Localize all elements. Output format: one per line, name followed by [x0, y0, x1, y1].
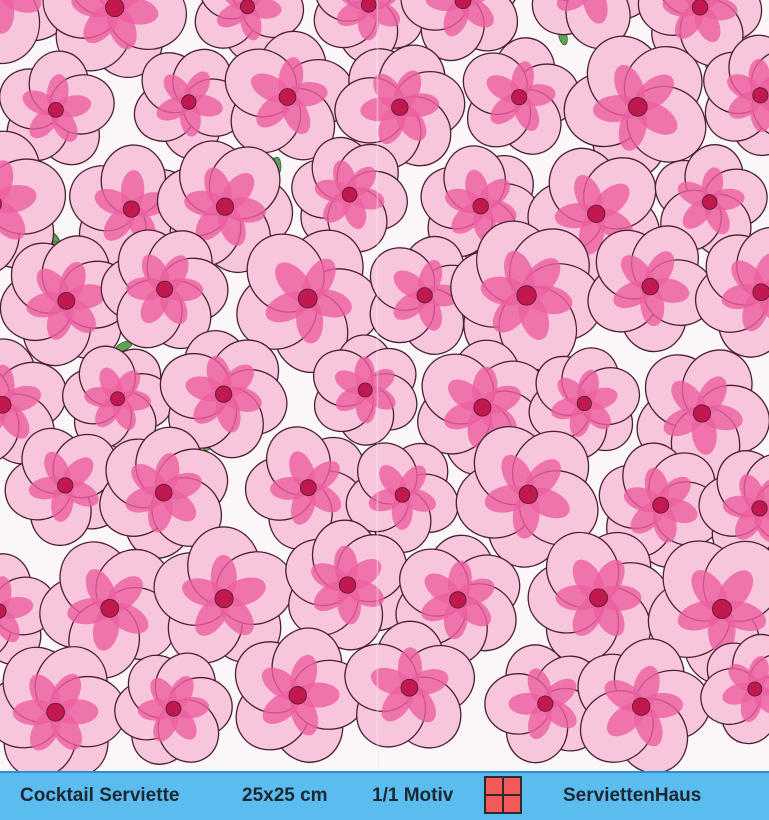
- caption-bar: Cocktail Serviette 25x25 cm 1/1 Motiv Se…: [0, 771, 769, 820]
- napkin-pattern-area: [0, 0, 769, 771]
- size-label: 25x25 cm: [242, 785, 328, 806]
- fold-line: [376, 0, 379, 771]
- brand-label: ServiettenHaus: [563, 785, 702, 806]
- motif-label: 1/1 Motiv: [372, 785, 454, 806]
- motif-grid-icon: [484, 776, 522, 814]
- blossom-pattern: [0, 0, 769, 771]
- product-type-label: Cocktail Serviette: [20, 785, 180, 806]
